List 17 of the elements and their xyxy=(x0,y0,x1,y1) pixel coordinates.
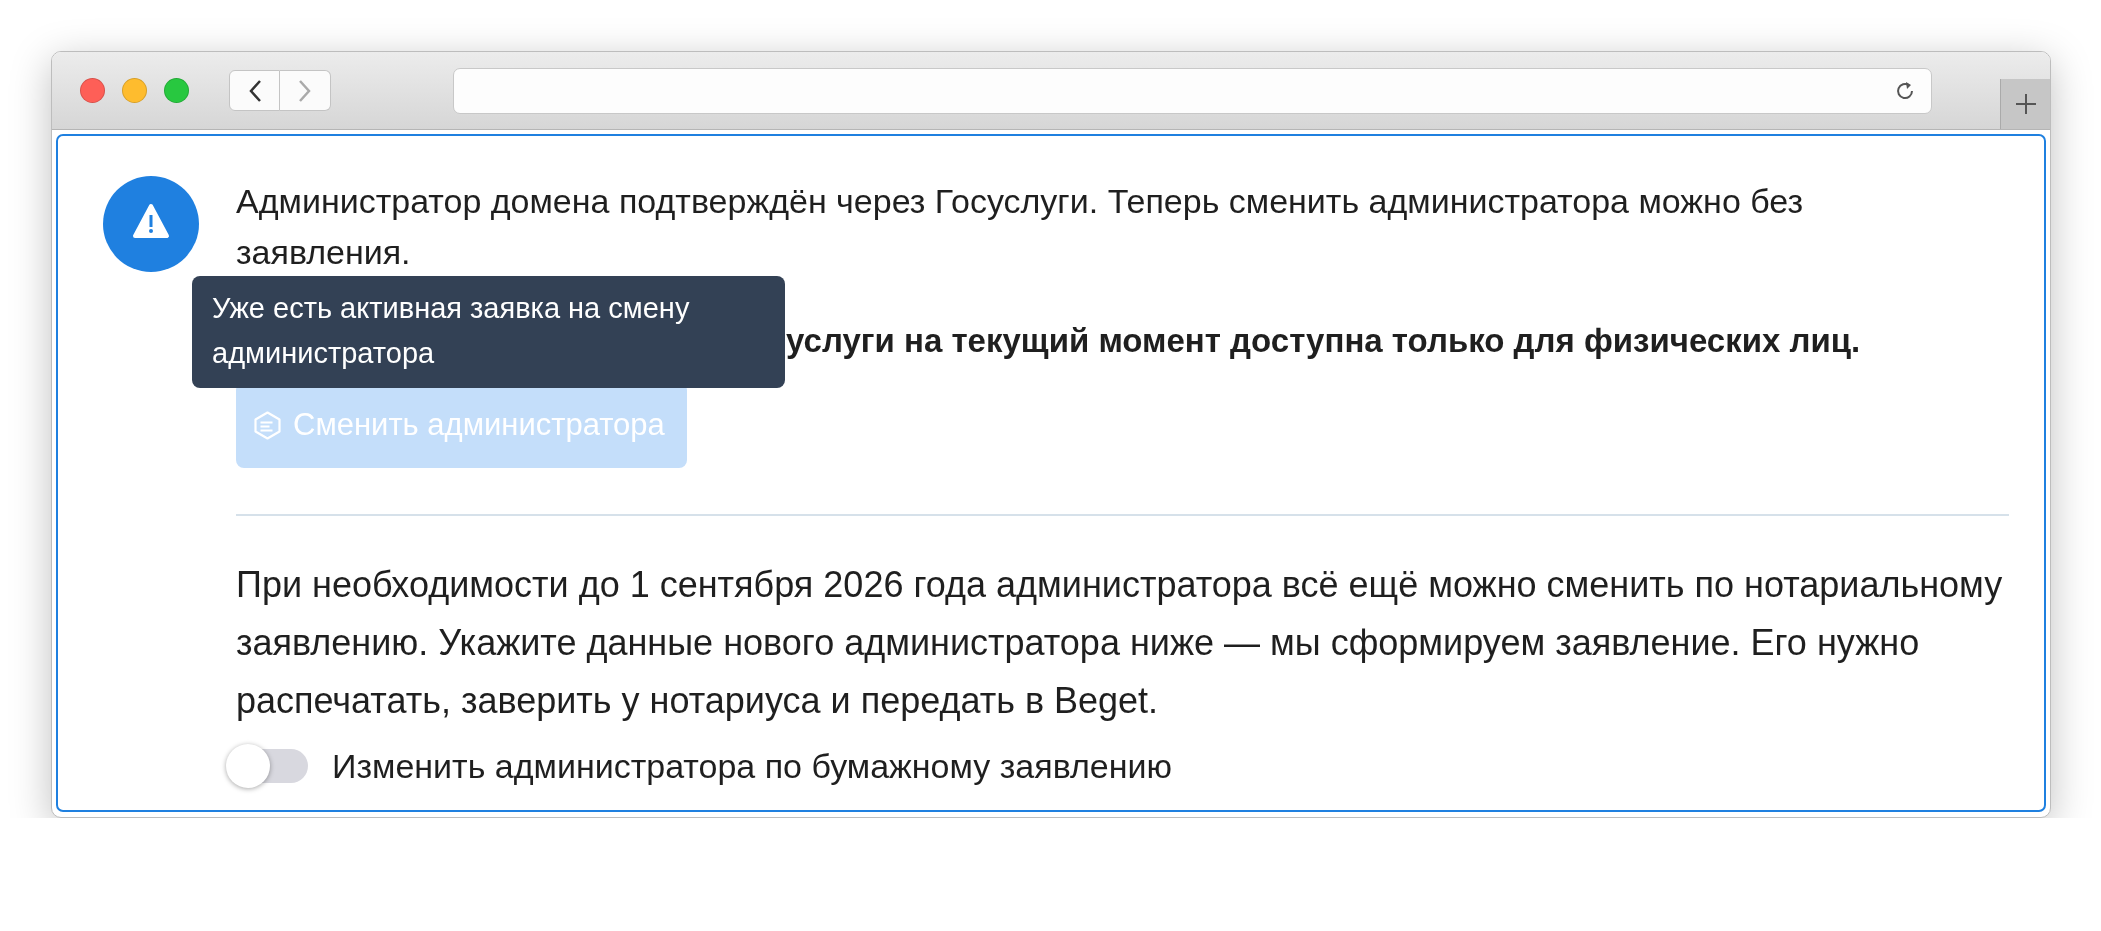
back-button[interactable] xyxy=(229,70,280,111)
plus-icon xyxy=(2013,92,2038,116)
paper-toggle[interactable] xyxy=(226,744,308,788)
maximize-icon[interactable] xyxy=(164,78,189,103)
close-icon[interactable] xyxy=(80,78,105,103)
toggle-label: Изменить администратора по бумажному заявлению xyxy=(332,746,1172,786)
tooltip: Уже есть активная заявка на смену администратора xyxy=(192,276,785,388)
new-tab-button[interactable] xyxy=(2000,79,2050,129)
address-field[interactable] xyxy=(453,67,1932,114)
paper-info-text: При необходимости до 1 сентября 2026 года администратора всё ещё можно сменить по нотариальному заявлению. Укажите данные нового администратора ниже — мы сформируем заявление. Его нужно распечатать, заверить у нотариуса и передать в Beget. xyxy=(236,563,2004,723)
minimize-icon[interactable] xyxy=(122,78,147,103)
notice-text: Администратор домена подтверждён через Госуслуги. Теперь сменить администратора можно без заявления. xyxy=(236,181,1805,273)
form-icon xyxy=(254,410,281,440)
chevron-right-icon xyxy=(298,78,312,103)
notice-bold-text: услуги на текущий момент доступна только для физических лиц. xyxy=(786,321,1862,361)
warning-icon xyxy=(103,176,199,272)
chevron-left-icon xyxy=(247,78,262,103)
